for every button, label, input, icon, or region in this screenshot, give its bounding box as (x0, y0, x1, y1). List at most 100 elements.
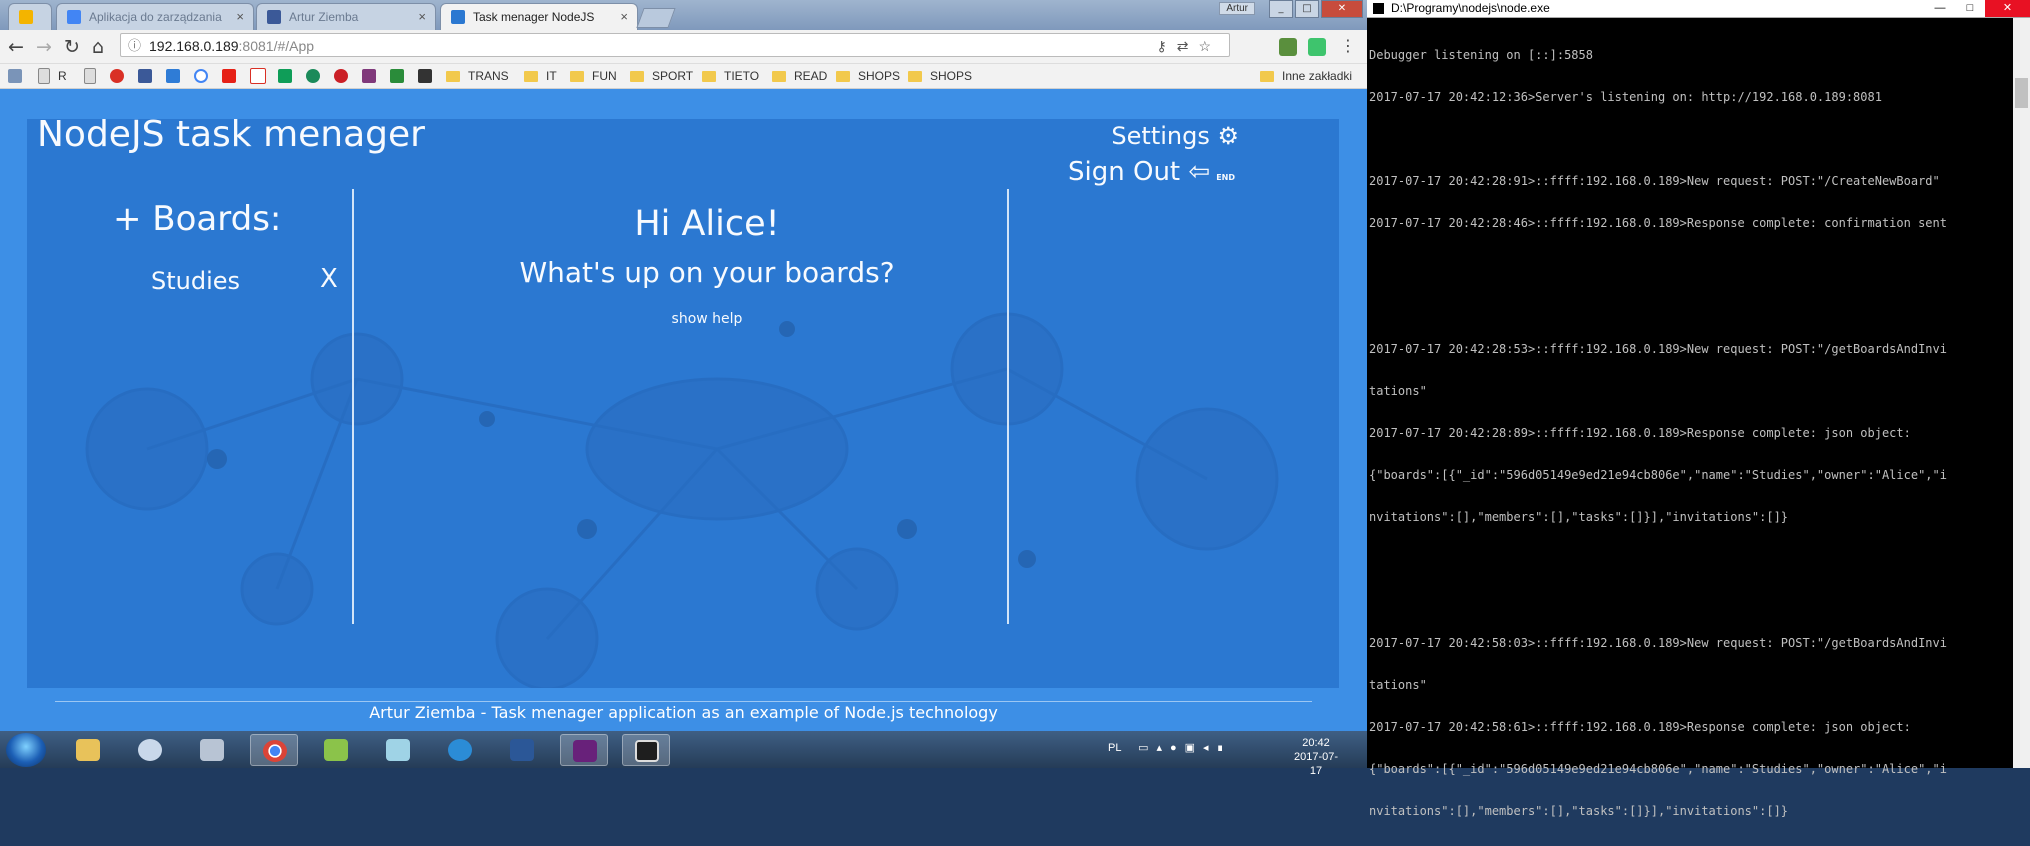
console-line: tations" (1369, 384, 1427, 398)
console-line: 2017-07-17 20:42:58:61>::ffff:192.168.0.… (1369, 720, 1911, 734)
bookmark-folder-it[interactable]: IT (524, 68, 557, 84)
taskbar-explorer[interactable] (64, 734, 112, 766)
close-window-button[interactable]: ✕ (1985, 0, 2030, 17)
drive-icon (278, 69, 292, 83)
console-icon (635, 740, 659, 762)
bookmark-item[interactable] (418, 68, 440, 84)
bookmark-folder-shops-2[interactable]: SHOPS (908, 68, 972, 84)
folder-icon (76, 739, 100, 761)
taskbar-visual-studio[interactable] (560, 734, 608, 766)
clock-time: 20:42 (1302, 737, 1330, 749)
bookmark-item[interactable] (306, 68, 328, 84)
menu-icon[interactable]: ⋮ (1340, 36, 1356, 55)
board-item-studies[interactable]: Studies (151, 267, 240, 295)
start-button[interactable] (6, 733, 46, 767)
maximize-button[interactable]: □ (1955, 0, 1985, 17)
console-line: 2017-07-17 20:42:28:46>::ffff:192.168.0.… (1369, 216, 1947, 230)
back-arrow-icon[interactable]: ← (8, 36, 24, 58)
maximize-button[interactable]: □ (1295, 0, 1319, 18)
bookmark-apps[interactable] (8, 68, 30, 84)
language-indicator[interactable]: PL (1108, 742, 1121, 754)
taskbar-word[interactable] (498, 734, 546, 766)
console-title-bar: D:\Programy\nodejs\node.exe — □ ✕ (1367, 0, 2030, 18)
tab-aplikacja[interactable]: Aplikacja do zarządzania × (56, 3, 254, 30)
home-icon[interactable]: ⌂ (92, 36, 104, 58)
bookmark-folder-fun[interactable]: FUN (570, 68, 617, 84)
profile-button[interactable]: Artur (1219, 2, 1255, 15)
taskbar-chrome[interactable] (250, 734, 298, 766)
bookmark-item[interactable] (166, 68, 188, 84)
tray-icons[interactable]: ▭▴●▣◂∎ (1138, 742, 1231, 754)
bookmark-item[interactable] (334, 68, 356, 84)
tab-google-drive[interactable] (8, 3, 52, 30)
close-icon[interactable]: × (236, 9, 244, 24)
bookmark-icon (166, 69, 180, 83)
extension-icon[interactable] (1308, 38, 1326, 56)
bookmark-item[interactable] (390, 68, 412, 84)
close-icon[interactable]: × (418, 9, 426, 24)
minimize-button[interactable]: _ (1269, 0, 1293, 18)
minimize-button[interactable]: — (1925, 0, 1955, 17)
console-window-controls: — □ ✕ (1925, 0, 2030, 17)
forward-arrow-icon[interactable]: → (36, 36, 52, 58)
bookmark-folder-sport[interactable]: SPORT (630, 68, 693, 84)
scrollbar-thumb[interactable] (2015, 78, 2028, 108)
new-tab-button[interactable] (636, 8, 676, 28)
close-icon[interactable]: × (620, 9, 628, 24)
sign-out-link[interactable]: Sign Out ⇦ END (1068, 157, 1235, 187)
tab-label: Artur Ziemba (289, 10, 359, 24)
bookmark-folder-read[interactable]: READ (772, 68, 827, 84)
app-panel: NodeJS task menager Settings ⚙ Sign Out … (27, 119, 1339, 688)
taskbar-calculator[interactable] (188, 734, 236, 766)
extension-icon[interactable] (1279, 38, 1297, 56)
page-viewport: NodeJS task menager Settings ⚙ Sign Out … (0, 89, 1367, 731)
bookmark-folder-other[interactable]: Inne zakładki (1260, 68, 1352, 84)
reload-icon[interactable]: ↻ (64, 36, 80, 58)
bookmark-item[interactable] (362, 68, 384, 84)
remove-board-button[interactable]: X (320, 264, 338, 294)
bus-icon (418, 69, 432, 83)
app-title: NodeJS task menager (37, 119, 425, 155)
bookmark-item[interactable] (250, 68, 274, 84)
console-scrollbar[interactable] (2013, 18, 2030, 768)
column-divider (1007, 189, 1009, 624)
show-help-link[interactable]: show help (377, 311, 1037, 327)
greeting: Hi Alice! (634, 204, 780, 244)
translate-icon[interactable]: ⇄ (1177, 38, 1199, 54)
bookmark-item[interactable] (222, 68, 244, 84)
console-line: {"boards":[{"_id":"596d05149e9ed21e94cb8… (1369, 762, 1947, 776)
taskbar-console[interactable] (622, 734, 670, 766)
bookmark-folder-trans[interactable]: TRANS (446, 68, 509, 84)
taskbar-app[interactable] (374, 734, 422, 766)
window-controls: _ □ ✕ (1269, 0, 1363, 18)
taskbar-ie[interactable] (436, 734, 484, 766)
tab-facebook[interactable]: Artur Ziemba × (256, 3, 436, 30)
clock[interactable]: 20:42 2017-07-17 (1288, 736, 1344, 778)
taskbar-paint[interactable] (126, 734, 174, 766)
key-icon[interactable]: ⚷ (1156, 38, 1176, 54)
folder-icon (524, 70, 538, 82)
console-line: 2017-07-17 20:42:28:89>::ffff:192.168.0.… (1369, 426, 1911, 440)
bookmark-item[interactable] (278, 68, 300, 84)
close-window-button[interactable]: ✕ (1321, 0, 1363, 18)
star-icon[interactable]: ☆ (1198, 38, 1221, 54)
bookmark-item[interactable] (138, 68, 160, 84)
bookmark-folder-tieto[interactable]: TIETO (702, 68, 759, 84)
add-board-button[interactable]: + Boards: (113, 199, 281, 239)
taskbar-app[interactable] (312, 734, 360, 766)
bookmark-folder-shops[interactable]: SHOPS (836, 68, 900, 84)
info-icon[interactable]: ⓘ (128, 34, 141, 58)
bookmark-item[interactable]: R (38, 68, 67, 84)
tab-task-menager[interactable]: Task menager NodeJS × (440, 3, 638, 30)
column-divider (352, 189, 354, 624)
console-title: D:\Programy\nodejs\node.exe (1391, 1, 1550, 15)
folder-icon (702, 70, 716, 82)
address-bar[interactable]: ⓘ 192.168.0.189:8081/#/App ⚷⇄☆ (120, 33, 1230, 57)
bookmark-item[interactable] (110, 68, 132, 84)
settings-link[interactable]: Settings ⚙ (1111, 122, 1239, 150)
bookmark-item[interactable] (194, 68, 216, 84)
bookmark-item[interactable] (84, 68, 104, 84)
browser-window: Aplikacja do zarządzania × Artur Ziemba … (0, 0, 1367, 731)
